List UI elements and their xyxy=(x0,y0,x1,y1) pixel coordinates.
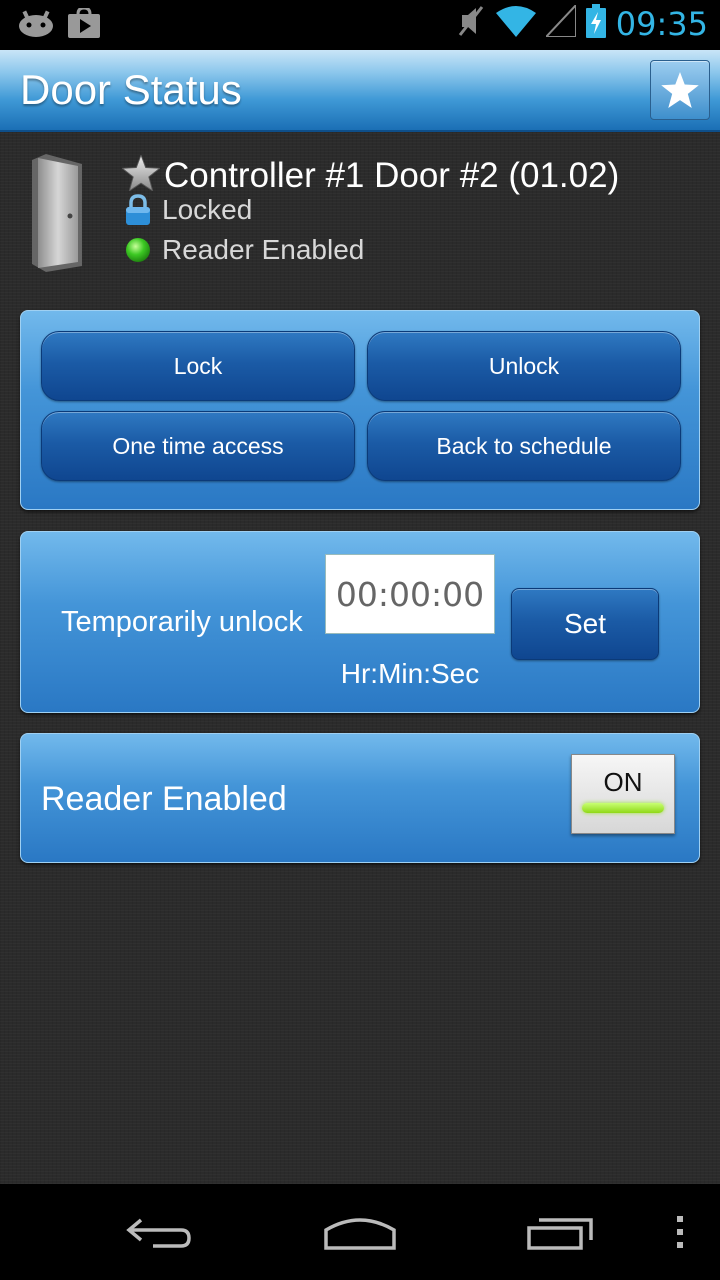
lock-status-text: Locked xyxy=(162,194,253,225)
signal-icon xyxy=(543,2,577,42)
reader-panel: Reader Enabled ON xyxy=(20,733,700,863)
overflow-menu-icon xyxy=(677,1216,683,1248)
lock-status: Locked xyxy=(124,194,252,226)
action-bar: Door Status xyxy=(0,50,720,132)
lock-button[interactable]: Lock xyxy=(41,331,355,401)
muted-icon xyxy=(456,5,486,42)
one-time-access-button[interactable]: One time access xyxy=(41,411,355,481)
green-dot-icon xyxy=(126,238,150,262)
home-icon xyxy=(324,1218,396,1250)
recent-apps-button[interactable] xyxy=(500,1184,620,1280)
reader-toggle[interactable]: ON xyxy=(571,754,675,834)
favorite-star-icon[interactable] xyxy=(122,155,160,191)
reader-enabled-label: Reader Enabled xyxy=(41,780,287,818)
door-icon xyxy=(30,154,86,277)
home-button[interactable] xyxy=(300,1184,420,1280)
overflow-menu-button[interactable] xyxy=(650,1184,710,1280)
android-notification-icon xyxy=(18,9,54,42)
door-controls-panel: Lock Unlock One time access Back to sche… xyxy=(20,310,700,510)
set-button[interactable]: Set xyxy=(511,588,659,660)
page-title: Door Status xyxy=(20,66,242,113)
reader-status: Reader Enabled xyxy=(124,234,364,266)
time-format-label: Hr:Min:Sec xyxy=(340,658,480,689)
favorite-button[interactable] xyxy=(650,60,710,120)
lock-icon xyxy=(126,194,150,225)
door-title: Controller #1 Door #2 (01.02) xyxy=(164,156,620,195)
reader-status-text: Reader Enabled xyxy=(162,234,365,265)
toggle-indicator xyxy=(582,803,664,813)
temp-unlock-label: Temporarily unlock xyxy=(61,606,303,638)
navigation-bar xyxy=(0,1184,720,1280)
unlock-button[interactable]: Unlock xyxy=(367,331,681,401)
clock: 09:35 xyxy=(615,4,708,43)
back-icon xyxy=(126,1218,191,1248)
back-to-schedule-button[interactable]: Back to schedule xyxy=(367,411,681,481)
temp-unlock-panel: Temporarily unlock 00:00:00 Hr:Min:Sec S… xyxy=(20,531,700,713)
door-header: Controller #1 Door #2 (01.02) Locked Rea… xyxy=(0,130,720,300)
recent-apps-icon xyxy=(527,1218,593,1250)
star-icon xyxy=(661,72,699,108)
play-store-icon xyxy=(68,6,100,43)
status-bar: 09:35 xyxy=(0,0,720,50)
time-input[interactable]: 00:00:00 xyxy=(325,554,495,634)
back-button[interactable] xyxy=(100,1184,220,1280)
wifi-icon xyxy=(495,5,536,42)
toggle-label: ON xyxy=(603,767,643,797)
battery-charging-icon xyxy=(585,4,606,43)
